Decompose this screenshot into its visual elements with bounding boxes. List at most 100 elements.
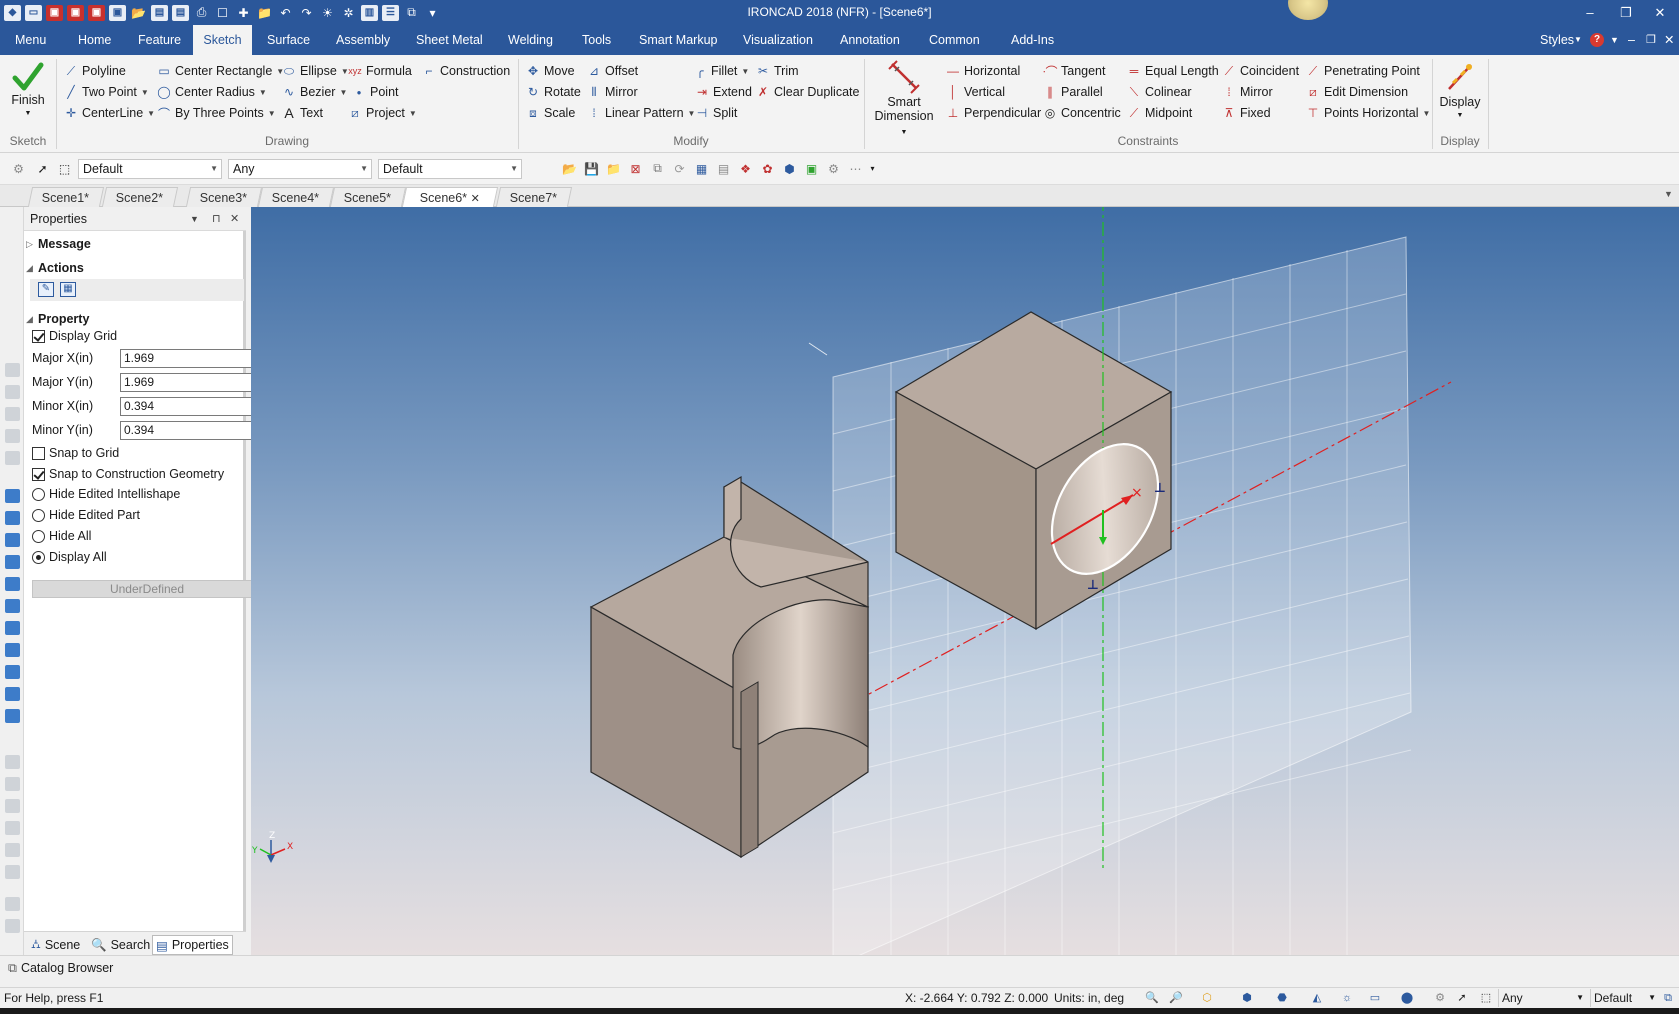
- styles-dropdown-icon[interactable]: ▼: [1574, 25, 1582, 55]
- scene-tab-5[interactable]: Scene5*: [329, 187, 407, 207]
- view-style-icon[interactable]: ⬣: [1275, 991, 1289, 1005]
- penetrating-point-constraint-button[interactable]: ⟋ Penetrating Point: [1306, 61, 1420, 81]
- tab-add-ins[interactable]: Add-Ins: [1011, 25, 1054, 55]
- tab-tools[interactable]: Tools: [582, 25, 611, 55]
- tab-feature[interactable]: Feature: [138, 25, 181, 55]
- tab-sheet-metal[interactable]: Sheet Metal: [416, 25, 483, 55]
- display-grid-row[interactable]: Display Grid: [32, 327, 117, 345]
- snap-construction-row[interactable]: Snap to Construction Geometry: [32, 465, 224, 483]
- scene-tab-6[interactable]: Scene6* ✕: [401, 187, 499, 209]
- tool-icon-4[interactable]: [5, 429, 20, 443]
- catalog-part-icon[interactable]: ⬢: [781, 160, 798, 177]
- tool-icon-1[interactable]: [5, 363, 20, 377]
- tool-icon-13[interactable]: [5, 919, 20, 933]
- 3d-viewport[interactable]: × ⊥ ⊥ Z Y X: [251, 207, 1679, 955]
- major-y-input[interactable]: 1.969: [120, 373, 262, 392]
- section-actions[interactable]: ◢ Actions: [26, 259, 84, 277]
- status-filter-combo[interactable]: Any ▼: [1498, 989, 1586, 1007]
- catalog-tool-icon[interactable]: ⚙: [825, 160, 842, 177]
- help-dropdown-icon[interactable]: ▼: [1610, 25, 1619, 55]
- tool-icon-12[interactable]: [5, 897, 20, 911]
- zoom-icon[interactable]: 🔎: [1169, 991, 1183, 1005]
- tool-icon-2[interactable]: [5, 385, 20, 399]
- doc-close-button[interactable]: ✕: [1664, 25, 1674, 55]
- close-tab-icon[interactable]: ✕: [470, 189, 479, 209]
- zoom-fit-icon[interactable]: 🔍: [1145, 991, 1159, 1005]
- catalog-color-icon[interactable]: ✿: [759, 160, 776, 177]
- help-icon[interactable]: ?: [1590, 33, 1604, 47]
- status-style-combo[interactable]: Default ▼: [1590, 989, 1658, 1007]
- equal-length-constraint-button[interactable]: ═ Equal Length: [1127, 61, 1219, 81]
- vertical-constraint-button[interactable]: │ Vertical: [946, 82, 1005, 102]
- mirror-button[interactable]: ⫴ Mirror: [587, 82, 637, 102]
- shape-icon-2[interactable]: [5, 511, 20, 525]
- select-arrow-icon[interactable]: ➚: [34, 160, 51, 177]
- midpoint-constraint-button[interactable]: ⟋ Midpoint: [1127, 103, 1192, 123]
- tool-icon-3[interactable]: [5, 407, 20, 421]
- by-three-points-button[interactable]: ⌒ By Three Points ▼: [157, 103, 276, 123]
- display-grid-checkbox[interactable]: [32, 329, 45, 343]
- underdefined-status-button[interactable]: UnderDefined: [32, 580, 262, 598]
- tab-assembly[interactable]: Assembly: [336, 25, 390, 55]
- tab-properties[interactable]: ▤ Properties: [152, 935, 233, 955]
- catalog-browser-bar[interactable]: ⧉ Catalog Browser: [0, 955, 1679, 979]
- camera-icon[interactable]: ⬤: [1400, 991, 1414, 1005]
- tool-icon-10[interactable]: [5, 843, 20, 857]
- polyline-button[interactable]: ⟋ Polyline: [64, 61, 126, 81]
- linear-pattern-button[interactable]: ⁞ Linear Pattern ▼: [587, 103, 695, 123]
- fixed-constraint-button[interactable]: ⊼ Fixed: [1222, 103, 1271, 123]
- style-combo-1[interactable]: Default ▼: [78, 159, 222, 179]
- scene-tab-2[interactable]: Scene2*: [101, 187, 179, 207]
- scene-canvas[interactable]: × ⊥ ⊥ Z Y X: [251, 207, 1679, 955]
- catalog-item-icon[interactable]: ❖: [737, 160, 754, 177]
- trim-button[interactable]: ✂ Trim: [756, 61, 799, 81]
- radio-button[interactable]: [32, 550, 45, 564]
- tab-home[interactable]: Home: [78, 25, 111, 55]
- styles-menu[interactable]: Styles: [1540, 25, 1574, 55]
- radio-button[interactable]: [32, 508, 45, 522]
- snap-grid-checkbox[interactable]: [32, 446, 45, 460]
- two-point-button[interactable]: ╱ Two Point ▼: [64, 82, 148, 102]
- catalog-props-icon[interactable]: ⧉: [649, 160, 666, 177]
- catalog-more-icon[interactable]: ⋯: [847, 160, 864, 177]
- catalog-grid-icon[interactable]: ▤: [715, 160, 732, 177]
- split-button[interactable]: ⊣ Split: [695, 103, 738, 123]
- network-icon[interactable]: ⧉: [1661, 991, 1675, 1005]
- construction-button[interactable]: ⌐ Construction: [422, 61, 510, 81]
- section-message[interactable]: ▷ Message: [26, 235, 91, 253]
- catalog-refresh-icon[interactable]: ⟳: [671, 160, 688, 177]
- pin-icon[interactable]: ⊓: [212, 207, 221, 231]
- panel-menu-icon[interactable]: ▼: [190, 207, 199, 231]
- smart-dimension-button[interactable]: Smart Dimension ▼: [870, 59, 938, 140]
- select-filter-icon[interactable]: ⚙: [1433, 991, 1447, 1005]
- radio-hide-all[interactable]: Hide All: [32, 527, 91, 545]
- tab-common[interactable]: Common: [929, 25, 980, 55]
- tool-icon-11[interactable]: [5, 865, 20, 879]
- close-panel-icon[interactable]: ✕: [230, 207, 239, 231]
- shape-icon-4[interactable]: [5, 555, 20, 569]
- shape-icon-3[interactable]: [5, 533, 20, 547]
- coincident-constraint-button[interactable]: ⟋ Coincident: [1222, 61, 1299, 81]
- ellipse-button[interactable]: ⬭ Ellipse ▼: [282, 61, 349, 81]
- points-horizontal-constraint-button[interactable]: ⊤ Points Horizontal ▼: [1306, 103, 1431, 123]
- plane-handle-icon[interactable]: [808, 342, 828, 356]
- open-folder-icon[interactable]: 📂: [561, 160, 578, 177]
- parallel-constraint-button[interactable]: ∥ Parallel: [1043, 82, 1103, 102]
- tab-visualization[interactable]: Visualization: [743, 25, 813, 55]
- catalog-image-icon[interactable]: ▣: [803, 160, 820, 177]
- part-channel-block[interactable]: [589, 475, 870, 859]
- close-button[interactable]: ✕: [1640, 0, 1679, 25]
- pointer-icon[interactable]: ➚: [1455, 991, 1469, 1005]
- shape-icon-1[interactable]: [5, 489, 20, 503]
- tab-surface[interactable]: Surface: [267, 25, 310, 55]
- radio-hide-edited-part[interactable]: Hide Edited Part: [32, 506, 140, 524]
- finish-button[interactable]: Finish ▼: [10, 61, 46, 121]
- move-button[interactable]: ✥ Move: [526, 61, 575, 81]
- center-rectangle-button[interactable]: ▭ Center Rectangle ▼: [157, 61, 284, 81]
- scene-tab-4[interactable]: Scene4*: [257, 187, 335, 207]
- pointer-part-icon[interactable]: ⬚: [1479, 991, 1493, 1005]
- tabs-dropdown-icon[interactable]: ▼: [1664, 189, 1673, 199]
- fillet-button[interactable]: ╭ Fillet ▼: [693, 61, 749, 81]
- snap-construction-checkbox[interactable]: [32, 467, 45, 481]
- tab-sketch[interactable]: Sketch: [193, 25, 252, 55]
